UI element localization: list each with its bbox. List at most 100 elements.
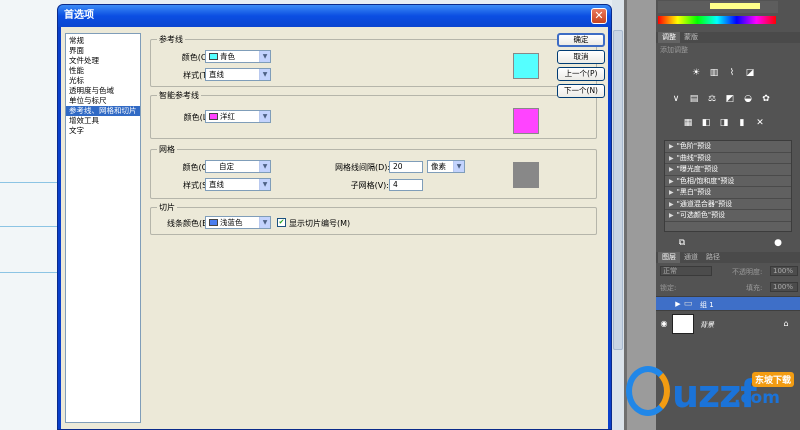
category-item[interactable]: 常规 xyxy=(66,36,140,46)
chevron-down-icon: ▼ xyxy=(259,217,270,228)
guide-style-select[interactable]: 直线 ▼ xyxy=(205,68,271,81)
category-item[interactable]: 增效工具 xyxy=(66,116,140,126)
opacity-input[interactable]: 100% xyxy=(770,266,798,276)
category-item[interactable]: 文件处理 xyxy=(66,56,140,66)
smart-guide-color-select[interactable]: 洋红 ▼ xyxy=(205,110,271,123)
grid-color-value: 自定 xyxy=(219,162,234,171)
category-item-selected[interactable]: 参考线、网格和切片 xyxy=(66,106,140,116)
layer-name[interactable]: 背景 xyxy=(700,320,714,330)
grid-color-select[interactable]: 自定 ▼ xyxy=(205,160,271,173)
show-slice-numbers-checkbox[interactable]: ✔ xyxy=(277,218,286,227)
vibrance-icon[interactable]: ∨ xyxy=(670,94,682,104)
view-previous-icon[interactable]: ● xyxy=(772,238,784,248)
color-slider-track xyxy=(658,1,778,13)
tab-layers[interactable]: 图层 xyxy=(658,252,680,263)
tab-adjustments[interactable]: 调整 xyxy=(658,32,680,43)
preset-item[interactable]: ▶ "色阶"预设 xyxy=(665,141,791,153)
opacity-label: 不透明度: xyxy=(732,268,763,276)
category-item[interactable]: 性能 xyxy=(66,66,140,76)
gridline-input[interactable]: 20 xyxy=(389,161,423,173)
grid-title: 网格 xyxy=(157,144,177,155)
preset-item[interactable]: ▶ "黑白"预设 xyxy=(665,187,791,199)
preset-item[interactable]: ▶ "可选颜色"预设 xyxy=(665,210,791,222)
folder-icon: ▭ xyxy=(683,299,693,309)
subdivisions-input[interactable]: 4 xyxy=(389,179,423,191)
invert-icon[interactable]: ▦ xyxy=(682,118,694,128)
channel-mixer-icon[interactable]: ✿ xyxy=(760,94,772,104)
tab-paths[interactable]: 路径 xyxy=(702,252,724,263)
preset-item[interactable]: ▶ "曲线"预设 xyxy=(665,153,791,164)
guide-color-swatch[interactable] xyxy=(513,53,539,79)
layer-name[interactable]: 组 1 xyxy=(700,300,714,310)
smart-guides-title: 智能参考线 xyxy=(157,90,201,101)
expand-icon: ▶ xyxy=(669,143,674,150)
preset-item[interactable]: ▶ "通道混合器"预设 xyxy=(665,199,791,210)
chevron-down-icon: ▼ xyxy=(259,161,270,172)
guides-title: 参考线 xyxy=(157,34,185,45)
slice-line-color-select[interactable]: 浅蓝色 ▼ xyxy=(205,216,271,229)
preset-label: "通道混合器"预设 xyxy=(676,199,733,208)
smart-guide-color-chip xyxy=(209,113,218,120)
presets-list: ▶ "色阶"预设 ▶ "曲线"预设 ▶ "曝光度"预设 ▶ "色相/饱和度"预设 ▶ "黑… xyxy=(664,140,792,232)
gradient-map-icon[interactable]: ▮ xyxy=(736,118,748,128)
category-item[interactable]: 光标 xyxy=(66,76,140,86)
smart-guide-color-swatch[interactable] xyxy=(513,108,539,134)
layer-row-group[interactable]: ▶ ▭ 组 1 xyxy=(656,296,800,310)
lock-label: 锁定: xyxy=(660,284,677,292)
selective-color-icon[interactable]: ✕ xyxy=(754,118,766,128)
expand-icon: ▶ xyxy=(669,212,674,219)
category-list[interactable]: 常规 界面 文件处理 性能 光标 透明度与色域 单位与标尺 参考线、网格和切片 … xyxy=(65,33,141,423)
adjustments-tabbar: 调整 蒙版 xyxy=(656,32,800,43)
grid-group: 网格 颜色(C): 自定 ▼ 样式(S): 直线 ▼ 网格线间隔(D): 20 … xyxy=(150,144,597,199)
preset-item[interactable]: ▶ "曝光度"预设 xyxy=(665,164,791,176)
tab-channels[interactable]: 通道 xyxy=(680,252,702,263)
layer-row-background[interactable]: ◉ 背景 ⌂ xyxy=(656,310,800,336)
brightness-icon[interactable]: ☀ xyxy=(690,68,702,78)
grid-color-swatch[interactable] xyxy=(513,162,539,188)
close-icon[interactable]: ✕ xyxy=(591,8,607,24)
chevron-down-icon: ▼ xyxy=(259,69,270,80)
dialog-title: 首选项 xyxy=(64,10,94,21)
grid-unit-select[interactable]: 像素 ▼ xyxy=(427,160,465,173)
category-item[interactable]: 文字 xyxy=(66,126,140,136)
category-item[interactable]: 透明度与色域 xyxy=(66,86,140,96)
grid-style-value: 直线 xyxy=(209,180,224,189)
expand-icon: ▶ xyxy=(669,200,674,208)
eye-icon[interactable]: ◉ xyxy=(658,319,670,329)
exposure-icon[interactable]: ◪ xyxy=(744,68,756,78)
category-item[interactable]: 单位与标尺 xyxy=(66,96,140,106)
clip-to-layer-icon[interactable]: ⧉ xyxy=(676,238,688,248)
black-white-icon[interactable]: ◩ xyxy=(724,94,736,104)
color-balance-icon[interactable]: ⚖ xyxy=(706,94,718,104)
grid-style-select[interactable]: 直线 ▼ xyxy=(205,178,271,191)
slices-title: 切片 xyxy=(157,202,177,213)
scroll-thumb[interactable] xyxy=(613,30,623,350)
posterize-icon[interactable]: ◧ xyxy=(700,118,712,128)
photo-filter-icon[interactable]: ◒ xyxy=(742,94,754,104)
curves-icon[interactable]: ⌇ xyxy=(726,68,738,78)
previous-button[interactable]: 上一个(P) xyxy=(557,67,605,81)
expand-icon: ▶ xyxy=(669,154,674,162)
cancel-button[interactable]: 取消 xyxy=(557,50,605,64)
preset-label: "曲线"预设 xyxy=(676,153,712,162)
tab-masks[interactable]: 蒙版 xyxy=(680,32,702,43)
preset-item[interactable]: ▶ "色相/饱和度"预设 xyxy=(665,176,791,187)
guide-line xyxy=(0,182,60,183)
guides-group: 参考线 颜色(O): 青色 ▼ 样式(T): 直线 ▼ xyxy=(150,34,597,87)
levels-icon[interactable]: ▥ xyxy=(708,68,720,78)
expand-icon: ▶ xyxy=(669,189,674,196)
chevron-down-icon: ▼ xyxy=(259,111,270,122)
preset-label: "可选颜色"预设 xyxy=(676,211,726,219)
subdivisions-label: 子网格(V): xyxy=(350,181,389,190)
next-button[interactable]: 下一个(N) xyxy=(557,84,605,98)
watermark-badge: 东坡下载 xyxy=(751,372,794,387)
guide-line xyxy=(0,272,60,273)
threshold-icon[interactable]: ◨ xyxy=(718,118,730,128)
ok-button[interactable]: 确定 xyxy=(557,33,605,47)
guide-color-select[interactable]: 青色 ▼ xyxy=(205,50,271,63)
color-spectrum[interactable] xyxy=(658,16,776,24)
hue-saturation-icon[interactable]: ▤ xyxy=(688,94,700,104)
category-item[interactable]: 界面 xyxy=(66,46,140,56)
blend-mode-select[interactable]: 正常 xyxy=(660,266,712,276)
fill-input[interactable]: 100% xyxy=(770,282,798,292)
